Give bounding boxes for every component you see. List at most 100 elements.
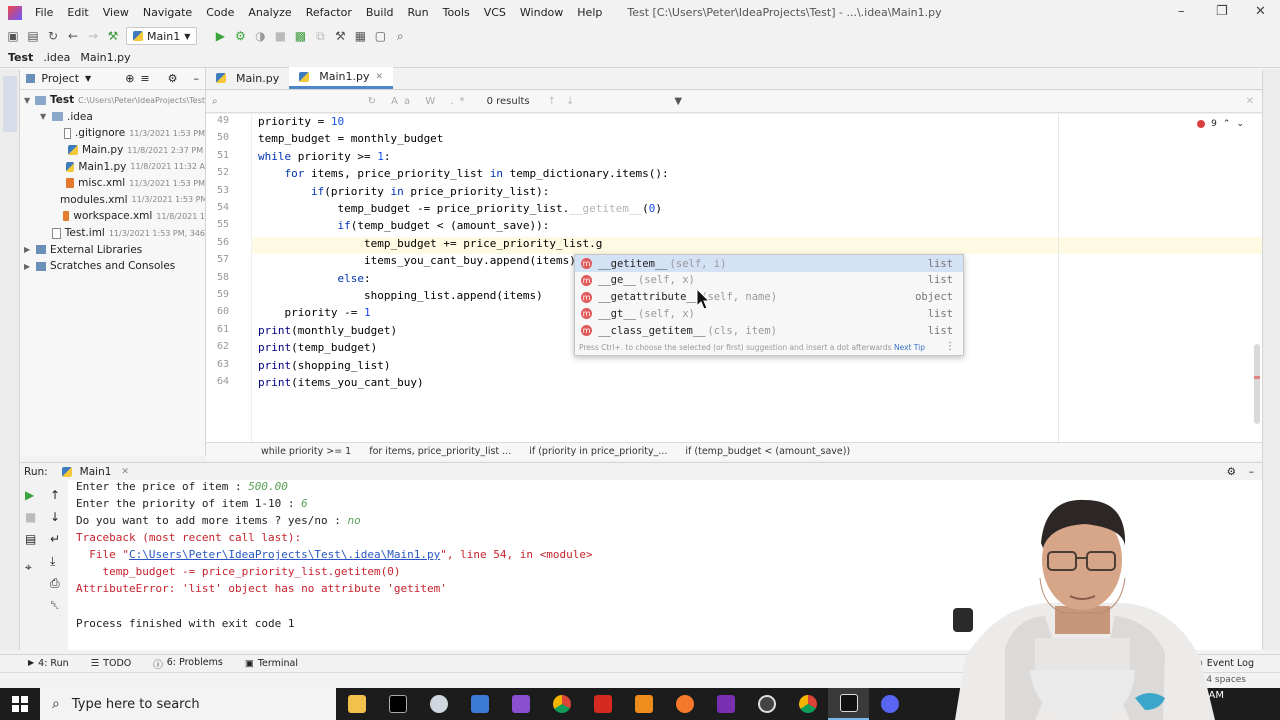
pycharm-app[interactable] xyxy=(828,688,869,720)
code-line[interactable]: temp_budget += price_priority_list.g xyxy=(258,237,602,250)
vcs-icon[interactable]: ⧉ xyxy=(313,29,327,43)
code-line[interactable]: priority = 10 xyxy=(258,115,344,128)
expand-arrow-icon[interactable]: ▼ xyxy=(24,96,35,105)
scroll-down-icon[interactable]: ↓ xyxy=(50,510,60,524)
todo-tool-tab[interactable]: ☰ TODO xyxy=(91,658,132,669)
tab-main-py[interactable]: Main.py xyxy=(206,67,289,89)
menu-help[interactable]: Help xyxy=(570,6,609,19)
chrome-app[interactable] xyxy=(541,688,582,720)
sdk-icon[interactable]: ▦ xyxy=(353,29,367,43)
taskbar-search-box[interactable]: ⌕ Type here to search xyxy=(40,688,336,720)
menu-code[interactable]: Code xyxy=(199,6,241,19)
error-stripe-mark[interactable] xyxy=(1254,376,1260,379)
sync-icon[interactable]: ↻ xyxy=(46,29,60,43)
terminal-tool-tab[interactable]: ▣ Terminal xyxy=(245,658,298,669)
code-line[interactable]: print(items_you_cant_buy) xyxy=(258,376,424,389)
chevron-down-icon[interactable]: ⌄ xyxy=(1236,119,1244,129)
search-icon[interactable]: ⌕ xyxy=(393,29,407,43)
coverage-icon[interactable]: ◑ xyxy=(253,29,267,43)
code-line[interactable]: print(temp_budget) xyxy=(258,341,377,354)
pin-icon[interactable]: ⌖ xyxy=(25,560,32,575)
close-tab-icon[interactable]: ✕ xyxy=(376,72,384,82)
run-config-selector[interactable]: Main1 ▼ xyxy=(126,27,198,45)
close-find-icon[interactable]: ✕ xyxy=(1246,96,1254,107)
code-line[interactable]: if(priority in price_priority_list): xyxy=(258,185,549,198)
terminal-app[interactable] xyxy=(377,688,418,720)
calculator-app[interactable] xyxy=(459,688,500,720)
app-3[interactable] xyxy=(418,688,459,720)
code-line[interactable]: else: xyxy=(258,272,370,285)
tree-item[interactable]: misc.xml 11/3/2021 1:53 PM xyxy=(20,175,205,192)
menu-vcs[interactable]: VCS xyxy=(477,6,513,19)
menu-edit[interactable]: Edit xyxy=(60,6,95,19)
save-icon[interactable]: ▣ xyxy=(6,29,20,43)
code-line[interactable]: while priority >= 1: xyxy=(258,150,390,163)
editor-scrollbar[interactable] xyxy=(1254,344,1260,424)
scroll-up-icon[interactable]: ↑ xyxy=(50,488,60,502)
menu-view[interactable]: View xyxy=(96,6,136,19)
breadcrumb-item[interactable]: if (temp_budget < (amount_save)) xyxy=(685,446,850,457)
sciview-tool-tab[interactable] xyxy=(1265,76,1279,112)
expand-arrow-icon[interactable]: ▶ xyxy=(24,245,36,254)
locate-icon[interactable]: ⊕ xyxy=(125,72,134,85)
inspection-widget[interactable]: 9 ⌃ ⌄ xyxy=(1197,119,1244,129)
structure-tool-tab[interactable] xyxy=(3,500,17,552)
open-icon[interactable]: ▤ xyxy=(26,29,40,43)
completion-item[interactable]: m __ge__ (self, x) list xyxy=(575,272,963,289)
tree-item[interactable]: ▶ External Libraries xyxy=(20,241,205,258)
expand-arrow-icon[interactable]: ▼ xyxy=(40,112,52,121)
completion-item[interactable]: m __getitem__ (self, i) list xyxy=(575,255,963,272)
tree-item[interactable]: Test.iml 11/3/2021 1:53 PM, 346 xyxy=(20,225,205,242)
menu-tools[interactable]: Tools xyxy=(436,6,477,19)
tree-item[interactable]: ▼ Test C:\Users\Peter\IdeaProjects\Test xyxy=(20,92,205,109)
next-occurrence-icon[interactable]: ↓ xyxy=(566,96,574,107)
code-line[interactable]: print(shopping_list) xyxy=(258,359,390,372)
acrobat-app[interactable] xyxy=(582,688,623,720)
terminal-icon[interactable]: ▢ xyxy=(373,29,387,43)
print-icon[interactable]: ⎙ xyxy=(50,576,60,591)
completion-item[interactable]: m __class_getitem__ (cls, item) list xyxy=(575,322,963,339)
chevron-down-icon[interactable]: ▼ xyxy=(85,74,91,83)
blender-app[interactable] xyxy=(664,688,705,720)
code-line[interactable]: items_you_cant_buy.append(items) xyxy=(258,254,576,267)
nav-project[interactable]: Test xyxy=(8,51,33,64)
tree-item[interactable]: modules.xml 11/3/2021 1:53 PM xyxy=(20,192,205,209)
forward-icon[interactable]: → xyxy=(86,29,100,43)
build-icon[interactable]: ⚒ xyxy=(106,29,120,43)
code-line[interactable]: temp_budget = monthly_budget xyxy=(258,132,443,145)
filter-icon[interactable]: ▼ xyxy=(674,96,682,107)
menu-build[interactable]: Build xyxy=(359,6,401,19)
tree-item[interactable]: workspace.xml 11/8/2021 1 xyxy=(20,208,205,225)
menu-navigate[interactable]: Navigate xyxy=(136,6,199,19)
run-icon[interactable]: ▶ xyxy=(213,29,227,43)
menu-run[interactable]: Run xyxy=(401,6,436,19)
layout-icon[interactable]: ▤ xyxy=(25,532,36,546)
gear-icon[interactable]: ⚙ xyxy=(168,72,178,85)
stop-icon[interactable]: ■ xyxy=(273,29,287,43)
code-line[interactable]: if(temp_budget < (amount_save)): xyxy=(258,219,549,232)
chrome-app-2[interactable] xyxy=(787,688,828,720)
onenote-app[interactable] xyxy=(705,688,746,720)
code-line[interactable]: shopping_list.append(items) xyxy=(258,289,543,302)
favorites-tool-tab[interactable] xyxy=(3,580,17,640)
problems-tool-tab[interactable]: ⓘ 6: Problems xyxy=(153,657,223,671)
hide-icon[interactable]: – xyxy=(1249,466,1254,478)
collapse-icon[interactable]: ≡ xyxy=(140,72,149,85)
visual-studio-app[interactable] xyxy=(500,688,541,720)
debug-icon[interactable]: ⚙ xyxy=(233,29,247,43)
tree-item[interactable]: .gitignore 11/3/2021 1:53 PM xyxy=(20,125,205,142)
breadcrumb-item[interactable]: if (priority in price_priority_... xyxy=(529,446,667,457)
menu-analyze[interactable]: Analyze xyxy=(241,6,298,19)
restore-icon[interactable]: ❐ xyxy=(1216,4,1228,19)
menu-window[interactable]: Window xyxy=(513,6,570,19)
gear-icon[interactable]: ⚙ xyxy=(1227,466,1236,478)
find-input[interactable] xyxy=(221,94,362,109)
tree-item[interactable]: Main1.py 11/8/2021 11:32 A xyxy=(20,158,205,175)
obs-app[interactable] xyxy=(746,688,787,720)
code-line[interactable]: print(monthly_budget) xyxy=(258,324,397,337)
back-icon[interactable]: ← xyxy=(66,29,80,43)
settings-icon[interactable]: ⚒ xyxy=(333,29,347,43)
breadcrumb-item[interactable]: while priority >= 1 xyxy=(261,446,351,457)
nav-file[interactable]: Main1.py xyxy=(80,51,130,64)
project-panel-title[interactable]: Project xyxy=(41,72,79,85)
